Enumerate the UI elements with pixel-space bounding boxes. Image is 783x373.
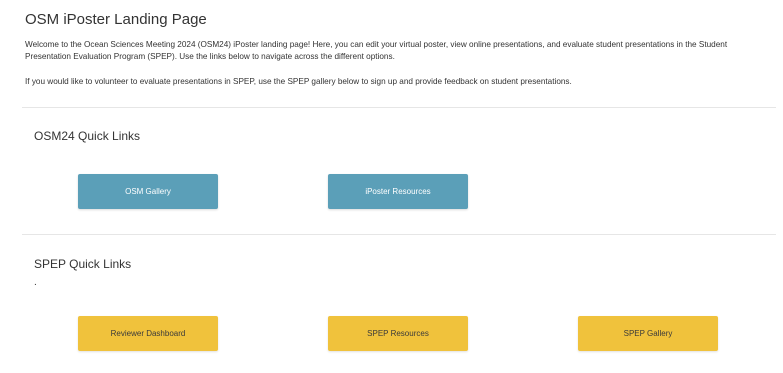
reviewer-dashboard-button[interactable]: Reviewer Dashboard: [78, 316, 218, 351]
spep-resources-button[interactable]: SPEP Resources: [328, 316, 468, 351]
page-title: OSM iPoster Landing Page: [25, 11, 207, 28]
spep-gallery-button[interactable]: SPEP Gallery: [578, 316, 718, 351]
osm-quick-links-heading: OSM24 Quick Links: [34, 129, 141, 143]
divider: [22, 234, 776, 235]
volunteer-text: If you would like to volunteer to evalua…: [25, 77, 572, 86]
spep-quick-links-heading: SPEP Quick Links: [34, 257, 132, 271]
osm-gallery-button[interactable]: OSM Gallery: [78, 174, 218, 209]
spep-note: .: [34, 277, 37, 288]
divider: [22, 107, 776, 108]
iposter-resources-button[interactable]: iPoster Resources: [328, 174, 468, 209]
intro-text: Welcome to the Ocean Sciences Meeting 20…: [25, 40, 728, 61]
